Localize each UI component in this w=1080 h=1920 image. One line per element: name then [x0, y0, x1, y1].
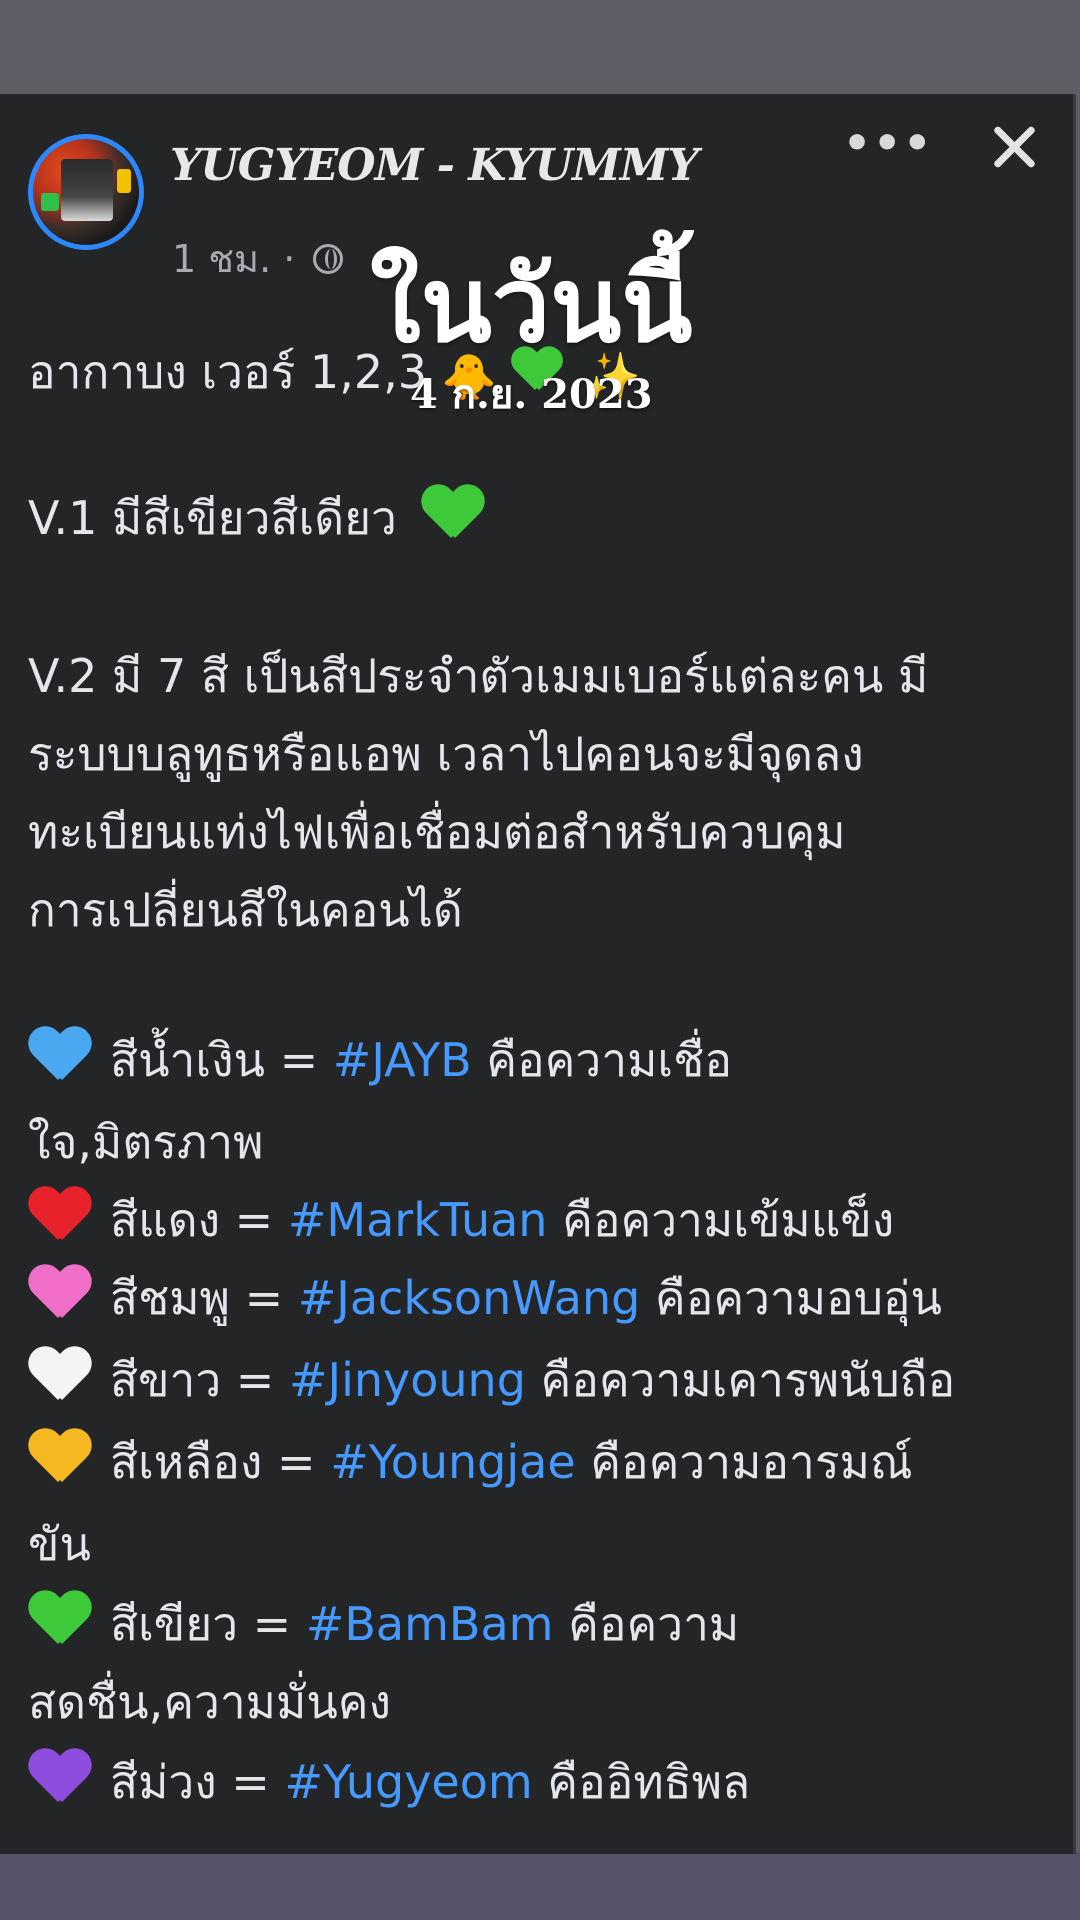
- green-heart-icon: [28, 1590, 92, 1650]
- color-label: สีม่วง =: [110, 1755, 285, 1809]
- color-label: สีน้ำเงิน =: [110, 1033, 333, 1087]
- color-label: สีเหลือง =: [110, 1435, 331, 1489]
- purple-heart-icon: [28, 1748, 92, 1808]
- green-heart-icon: [421, 484, 485, 544]
- v2-line-4: การเปลี่ยนสีในคอนได้: [28, 883, 463, 937]
- v1-line: V.1 มีสีเขียวสีเดียว: [28, 482, 503, 555]
- color-meaning: คือความเคารพนับถือ: [525, 1353, 956, 1407]
- author-name[interactable]: YUGYEOM - KYUMMY: [170, 140, 699, 191]
- color-label: สีเขียว =: [110, 1597, 306, 1651]
- hashtag-link[interactable]: #BamBam: [306, 1597, 554, 1651]
- color-label: สีขาว =: [110, 1353, 289, 1407]
- more-options-icon[interactable]: •••: [843, 122, 931, 166]
- color-meaning: คือความ: [553, 1597, 740, 1651]
- backdrop-top: [0, 0, 1080, 96]
- color-item-green: สีเขียว = #BamBam คือความ: [28, 1588, 739, 1661]
- pink-heart-icon: [28, 1264, 92, 1324]
- blue-heart-icon: [28, 1026, 92, 1086]
- v2-line-3: ทะเบียนแท่งไฟเพื่อเชื่อมต่อสำหรับควบคุม: [28, 805, 846, 859]
- yellow-heart-icon: [28, 1428, 92, 1488]
- color-item-green-cont: สดชื่น,ความมั่นคง: [28, 1675, 391, 1729]
- avatar-decor: [41, 193, 59, 211]
- post-time[interactable]: 1 ชม. ·: [172, 237, 295, 281]
- color-item-red: สีแดง = #MarkTuan คือความเข้มแข็ง: [28, 1184, 894, 1257]
- color-item-pink: สีชมพู = #JacksonWang คือความอบอุ่น: [28, 1262, 942, 1335]
- color-item-yellow-cont: ขัน: [28, 1517, 91, 1571]
- v2-line-2: ระบบบลูทูธหรือแอพ เวลาไปคอนจะมีจุดลง: [28, 727, 864, 781]
- color-item-blue-cont: ใจ,มิตรภาพ: [28, 1115, 264, 1169]
- v1-text: V.1 มีสีเขียวสีเดียว: [28, 491, 397, 545]
- hashtag-link[interactable]: #Youngjae: [330, 1435, 575, 1489]
- hashtag-link[interactable]: #JAYB: [333, 1033, 472, 1087]
- hashtag-link[interactable]: #JacksonWang: [298, 1271, 641, 1325]
- color-meaning: คือความอบอุ่น: [640, 1271, 942, 1325]
- hashtag-link[interactable]: #Jinyoung: [289, 1353, 526, 1407]
- color-meaning: คือความเข้มแข็ง: [547, 1193, 895, 1247]
- color-item-purple: สีม่วง = #Yugyeom คืออิทธิพล: [28, 1746, 750, 1819]
- intro-text: อากาบง เวอร์ 1,2,3: [28, 345, 427, 399]
- post-meta: 1 ชม. ·: [172, 228, 344, 289]
- white-heart-icon: [28, 1346, 92, 1406]
- globe-icon: [313, 244, 344, 274]
- avatar-decor: [117, 169, 131, 193]
- v2-line-1: V.2 มี 7 สี เป็นสีประจำตัวเมมเบอร์แต่ละค…: [28, 649, 929, 703]
- color-meaning: คืออิทธิพล: [532, 1755, 751, 1809]
- color-meaning: คือความเชื่อ: [471, 1033, 732, 1087]
- avatar-photo: [61, 159, 113, 221]
- red-heart-icon: [28, 1186, 92, 1246]
- avatar[interactable]: [28, 134, 144, 250]
- hashtag-link[interactable]: #MarkTuan: [288, 1193, 548, 1247]
- color-item-yellow: สีเหลือง = #Youngjae คือความอารมณ์: [28, 1426, 913, 1499]
- backdrop-bottom: [0, 1852, 1080, 1920]
- color-label: สีชมพู =: [110, 1271, 298, 1325]
- overlay-date: 4 ก.ย. 2023: [410, 371, 653, 418]
- color-item-blue: สีน้ำเงิน = #JAYB คือความเชื่อ: [28, 1024, 732, 1097]
- color-item-white: สีขาว = #Jinyoung คือความเคารพนับถือ: [28, 1344, 955, 1417]
- color-label: สีแดง =: [110, 1193, 288, 1247]
- hashtag-link[interactable]: #Yugyeom: [284, 1755, 532, 1809]
- color-meaning: คือความอารมณ์: [575, 1435, 913, 1489]
- close-icon[interactable]: [990, 122, 1038, 170]
